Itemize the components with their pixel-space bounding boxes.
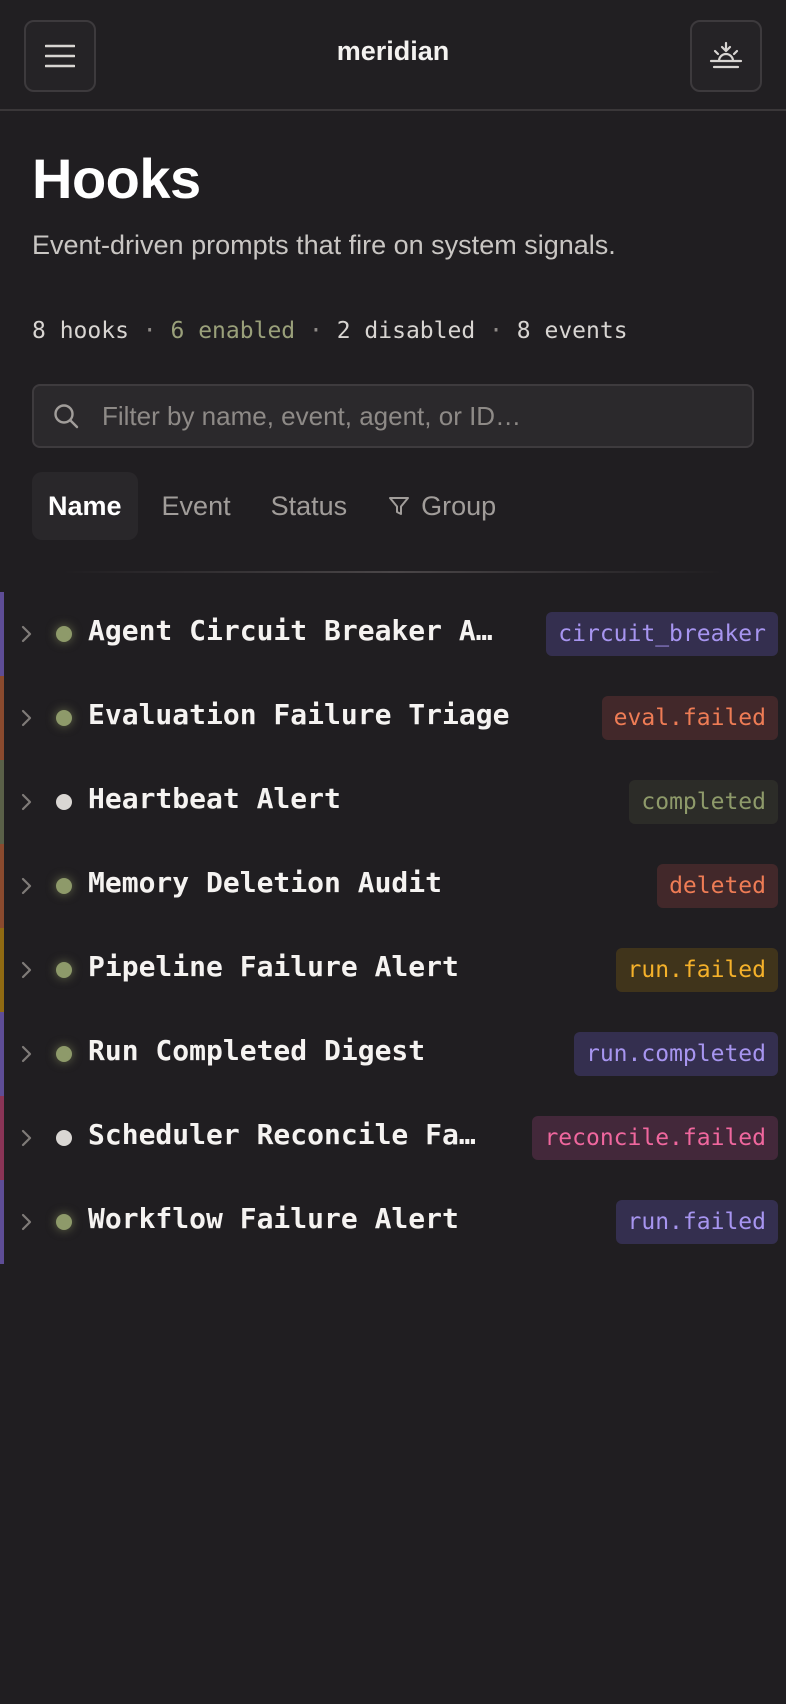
event-badge: eval.failed: [601, 696, 778, 740]
event-badge: reconcile.failed: [532, 1116, 778, 1160]
chevron-right-icon[interactable]: [18, 1210, 36, 1234]
hook-name: Scheduler Reconcile Fa…: [88, 1118, 476, 1151]
divider: [62, 571, 724, 573]
hook-row[interactable]: Heartbeat Alert completed: [0, 760, 786, 844]
events-count: 8 events: [516, 318, 628, 344]
page-subtitle: Event-driven prompts that fire on system…: [32, 230, 616, 260]
hooks-list: Agent Circuit Breaker A… circuit_breaker E…: [0, 592, 786, 1264]
chevron-right-icon[interactable]: [18, 1126, 36, 1150]
hook-name: Run Completed Digest: [88, 1034, 426, 1067]
separator: ·: [142, 318, 157, 344]
hook-row[interactable]: Run Completed Digest run.completed: [0, 1012, 786, 1096]
hooks-count: 8 hooks: [32, 318, 129, 344]
hook-row[interactable]: Agent Circuit Breaker A… circuit_breaker: [0, 592, 786, 676]
hook-row[interactable]: Memory Deletion Audit deleted: [0, 844, 786, 928]
row-accent-bar: [0, 760, 4, 844]
sunrise-icon: [709, 41, 743, 69]
event-badge: run.failed: [615, 1200, 778, 1244]
event-badge: deleted: [657, 864, 778, 908]
tab-group[interactable]: Group: [371, 472, 512, 540]
separator: ·: [489, 318, 503, 344]
tab-event[interactable]: Event: [146, 472, 247, 540]
row-accent-bar: [0, 1180, 4, 1264]
status-dot-enabled: [56, 962, 72, 978]
status-dot-enabled: [56, 710, 72, 726]
row-accent-bar: [0, 1012, 4, 1096]
page-title: Hooks: [32, 147, 201, 210]
hook-name: Workflow Failure Alert: [88, 1202, 459, 1235]
event-badge: run.completed: [573, 1032, 778, 1076]
status-dot-enabled: [56, 1214, 72, 1230]
status-dot-enabled: [56, 1046, 72, 1062]
disabled-count: 2 disabled: [336, 318, 476, 344]
filter-icon: [389, 497, 410, 515]
row-accent-bar: [0, 592, 4, 676]
status-dot-enabled: [56, 878, 72, 894]
row-accent-bar: [0, 1096, 4, 1180]
app-title: meridian: [336, 36, 450, 66]
chevron-right-icon[interactable]: [18, 874, 36, 898]
hook-row[interactable]: Evaluation Failure Triage eval.failed: [0, 676, 786, 760]
status-dot-disabled: [56, 794, 72, 810]
search-box[interactable]: [32, 384, 754, 448]
hook-name: Heartbeat Alert: [88, 782, 341, 815]
hook-name: Memory Deletion Audit: [88, 866, 443, 899]
chevron-right-icon[interactable]: [18, 1042, 36, 1066]
hook-name: Pipeline Failure Alert: [88, 950, 459, 983]
status-dot-enabled: [56, 626, 72, 642]
hooks-summary: 8 hooks · 6 enabled · 2 disabled · 8 eve…: [32, 318, 628, 344]
header-action-button[interactable]: [690, 20, 762, 92]
hook-row[interactable]: Scheduler Reconcile Fa… reconcile.failed: [0, 1096, 786, 1180]
search-input[interactable]: [100, 399, 720, 433]
tab-status[interactable]: Status: [255, 472, 364, 540]
tab-name[interactable]: Name: [32, 472, 138, 540]
search-icon: [54, 404, 79, 429]
hook-name: Evaluation Failure Triage: [88, 698, 510, 731]
row-accent-bar: [0, 676, 4, 760]
status-dot-disabled: [56, 1130, 72, 1146]
row-accent-bar: [0, 844, 4, 928]
chevron-right-icon[interactable]: [18, 790, 36, 814]
event-badge: circuit_breaker: [546, 612, 778, 656]
separator: ·: [309, 318, 323, 344]
event-badge: run.failed: [615, 948, 778, 992]
enabled-count: 6 enabled: [170, 318, 296, 344]
chevron-right-icon[interactable]: [18, 622, 36, 646]
hook-row[interactable]: Pipeline Failure Alert run.failed: [0, 928, 786, 1012]
row-accent-bar: [0, 928, 4, 1012]
hook-row[interactable]: Workflow Failure Alert run.failed: [0, 1180, 786, 1264]
top-bar: meridian: [0, 0, 786, 111]
chevron-right-icon[interactable]: [18, 706, 36, 730]
chevron-right-icon[interactable]: [18, 958, 36, 982]
tab-group-label: Group: [421, 490, 497, 521]
sort-tabs: Name Event Status Group: [32, 472, 520, 540]
hook-name: Agent Circuit Breaker A…: [88, 614, 493, 647]
event-badge: completed: [629, 780, 778, 824]
